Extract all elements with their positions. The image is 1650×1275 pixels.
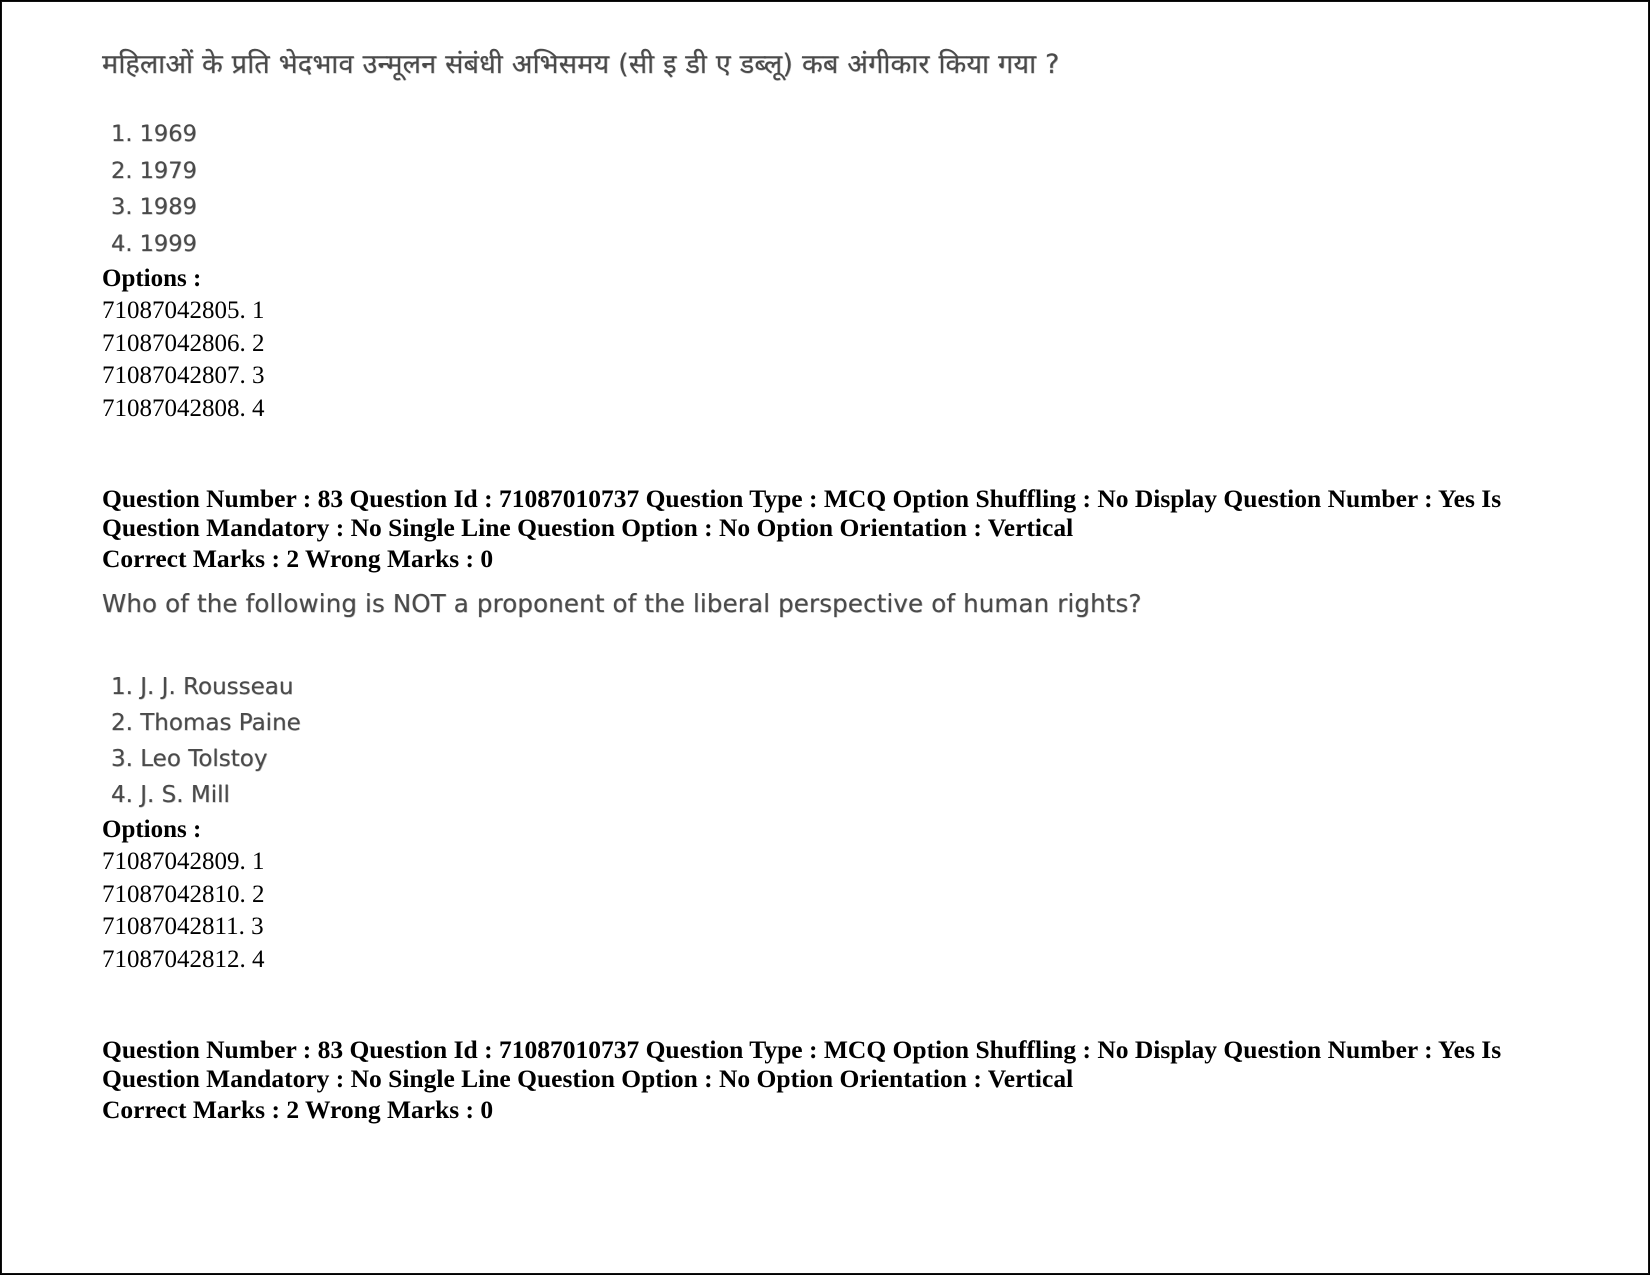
question-text-hindi: महिलाओं के प्रति भेदभाव उन्मूलन संबंधी अ… — [102, 49, 1060, 80]
question-metadata-1: Question Number : 83 Question Id : 71087… — [102, 484, 1538, 575]
metadata-line-1: Question Number : 83 Question Id : 71087… — [102, 1035, 1502, 1064]
option-id: 71087042812. 4 — [102, 945, 265, 973]
option-id: 71087042805. 1 — [102, 297, 265, 324]
question-metadata-2: Question Number : 83 Question Id : 71087… — [102, 1035, 1538, 1126]
answer-choice-list-1: 1. 1969 2. 1979 3. 1989 4. 1999 — [102, 116, 1538, 262]
metadata-line-1: Question Number : 83 Question Id : 71087… — [102, 484, 1502, 513]
answer-choice-list-2: 1. J. J. Rousseau 2. Thomas Paine 3. Leo… — [102, 669, 1538, 813]
answer-choice[interactable]: 4. J. S. Mill — [102, 777, 1538, 813]
metadata-line-2: Question Mandatory : No Single Line Ques… — [102, 512, 1074, 542]
answer-choice[interactable]: 4. 1999 — [102, 226, 1538, 263]
question-block-1: महिलाओं के प्रति भेदभाव उन्मूलन संबंधी अ… — [102, 48, 1538, 425]
answer-choice[interactable]: 2. Thomas Paine — [102, 705, 1538, 741]
answer-choice[interactable]: 1. 1969 — [102, 116, 1538, 153]
question-paper-page: महिलाओं के प्रति भेदभाव उन्मूलन संबंधी अ… — [0, 0, 1650, 1275]
option-id: 71087042808. 4 — [102, 394, 265, 422]
answer-choice[interactable]: 2. 1979 — [102, 153, 1538, 190]
option-id: 71087042806. 2 — [102, 329, 265, 357]
options-label-2: Options : — [102, 816, 202, 843]
question-block-2: Who of the following is NOT a proponent … — [102, 589, 1538, 976]
option-id: 71087042810. 2 — [102, 880, 265, 908]
metadata-line-2: Question Mandatory : No Single Line Ques… — [102, 1063, 1074, 1093]
marks-line-2: Correct Marks : 2 Wrong Marks : 0 — [102, 1095, 494, 1124]
option-id: 71087042811. 3 — [102, 913, 264, 940]
marks-line-1: Correct Marks : 2 Wrong Marks : 0 — [102, 544, 494, 573]
metadata-lines-1: Question Number : 83 Question Id : 71087… — [102, 484, 1538, 542]
answer-choice[interactable]: 3. Leo Tolstoy — [102, 741, 1538, 777]
metadata-lines-2: Question Number : 83 Question Id : 71087… — [102, 1035, 1538, 1093]
option-id: 71087042809. 1 — [102, 848, 265, 875]
answer-choice[interactable]: 1. J. J. Rousseau — [102, 669, 1538, 705]
option-id: 71087042807. 3 — [102, 362, 265, 389]
answer-choice[interactable]: 3. 1989 — [102, 189, 1538, 226]
options-label-1: Options : — [102, 265, 202, 292]
option-id-list-2: 71087042809. 1 71087042810. 2 7108704281… — [102, 846, 1538, 976]
option-id-list-1: 71087042805. 1 71087042806. 2 7108704280… — [102, 295, 1538, 425]
page-content: महिलाओं के प्रति भेदभाव उन्मूलन संबंधी अ… — [102, 48, 1538, 1126]
question-text-english: Who of the following is NOT a proponent … — [102, 589, 1142, 618]
